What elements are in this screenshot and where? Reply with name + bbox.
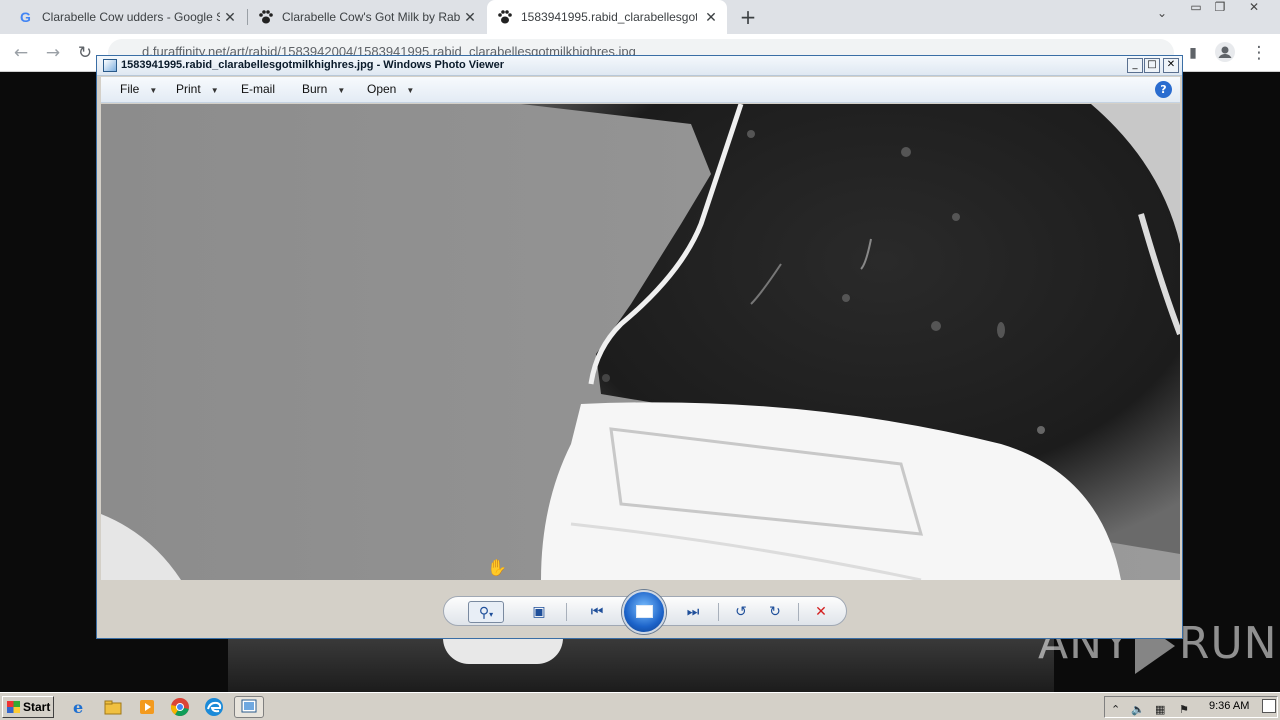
clock: 9:36 AM — [1209, 700, 1250, 712]
menu-open[interactable]: Open ▼ — [367, 82, 414, 96]
forward-arrow-icon[interactable]: → — [42, 42, 64, 64]
edge-icon[interactable] — [204, 697, 224, 717]
menu-dots-icon[interactable]: ⋮ — [1248, 42, 1270, 64]
volume-icon[interactable]: 🔈 — [1131, 703, 1145, 716]
tab-label: Clarabelle Cow's Got Milk by Rabid -- — [282, 10, 460, 24]
profile-icon[interactable] — [1214, 42, 1236, 64]
tab-google-search[interactable]: G Clarabelle Cow udders - Google Sear ✕ — [8, 0, 246, 34]
zoomed-photo — [101, 104, 1180, 580]
menu-burn[interactable]: Burn ▼ — [302, 82, 345, 96]
photo-viewer-window: 1583941995.rabid_clarabellesgotmilkhighr… — [96, 55, 1183, 639]
menu-print[interactable]: Print ▼ — [176, 82, 219, 96]
chevron-down-icon[interactable]: ⌄ — [1150, 6, 1174, 24]
rotate-left-icon[interactable]: ↺ — [728, 601, 754, 623]
close-icon[interactable]: ✕ — [703, 9, 719, 25]
google-icon: G — [18, 9, 34, 25]
photo-viewer-menubar: File ▼ Print ▼ E-mail Burn ▼ Open ▼ ? — [101, 77, 1180, 103]
browser-tab-strip: G Clarabelle Cow udders - Google Sear ✕ … — [0, 0, 1280, 34]
media-player-icon[interactable] — [137, 697, 157, 717]
close-icon[interactable]: ✕ — [222, 9, 238, 25]
menu-file[interactable]: File ▼ — [120, 82, 157, 96]
tab-label: 1583941995.rabid_clarabellesgotmil — [521, 10, 697, 24]
actual-size-icon[interactable]: ▣ — [526, 601, 552, 623]
desktop: G Clarabelle Cow udders - Google Sear ✕ … — [0, 0, 1280, 720]
svg-text:e: e — [73, 698, 83, 717]
reload-icon[interactable]: ↻ — [74, 42, 96, 64]
show-desktop-icon[interactable] — [1262, 699, 1276, 713]
next-icon[interactable]: ⏭ — [680, 601, 706, 623]
close-icon[interactable]: ✕ — [1242, 0, 1266, 18]
photo-viewer-controls: ⚲▾ ▣ ⏮ ⏭ ↺ ↻ ✕ — [101, 580, 1180, 638]
help-icon[interactable]: ? — [1155, 81, 1172, 98]
maximize-button[interactable]: □ — [1144, 58, 1160, 73]
delete-icon[interactable]: ✕ — [808, 601, 834, 623]
paw-icon — [497, 9, 513, 25]
restore-icon[interactable]: ❐ — [1208, 0, 1232, 18]
tab-label: Clarabelle Cow udders - Google Sear — [42, 10, 220, 24]
menu-email[interactable]: E-mail — [241, 82, 275, 96]
rotate-right-icon[interactable]: ↻ — [762, 601, 788, 623]
flag-icon[interactable]: ⚑ — [1179, 703, 1189, 716]
back-arrow-icon[interactable]: ← — [10, 42, 32, 64]
svg-text:G: G — [20, 9, 31, 25]
photo-viewer-taskbar-button[interactable] — [234, 696, 264, 718]
system-tray: ⌃ 🔈 ▦ ⚑ — [1104, 696, 1278, 718]
new-tab-button[interactable]: + — [738, 7, 758, 27]
image-canvas[interactable]: ✋ — [101, 104, 1180, 580]
paw-icon — [258, 9, 274, 25]
windows-logo-icon — [7, 701, 20, 713]
close-button[interactable]: ✕ — [1163, 58, 1179, 73]
control-bar: ⚲▾ ▣ ⏮ ⏭ ↺ ↻ ✕ — [443, 590, 847, 634]
chrome-icon[interactable] — [170, 697, 190, 717]
tab-image-active[interactable]: 1583941995.rabid_clarabellesgotmil ✕ — [487, 0, 727, 34]
minimize-button[interactable]: _ — [1127, 58, 1143, 73]
slideshow-icon[interactable] — [622, 590, 666, 634]
watermark-right: RUN — [1178, 618, 1278, 669]
tab-furaffinity-page[interactable]: Clarabelle Cow's Got Milk by Rabid -- ✕ — [248, 0, 486, 34]
window-title: 1583941995.rabid_clarabellesgotmilkhighr… — [121, 59, 504, 71]
minimize-icon[interactable]: ▭ — [1184, 0, 1208, 18]
taskbar: Start e ⌃ 🔈 ▦ ⚑ 9:36 AM — [0, 692, 1280, 720]
previous-icon[interactable]: ⏮ — [584, 601, 610, 623]
zoom-icon[interactable]: ⚲▾ — [468, 601, 504, 623]
photo-viewer-titlebar[interactable]: 1583941995.rabid_clarabellesgotmilkhighr… — [97, 56, 1182, 76]
close-icon[interactable]: ✕ — [462, 9, 478, 25]
start-button[interactable]: Start — [2, 696, 54, 718]
internet-explorer-icon[interactable]: e — [70, 697, 90, 717]
chevron-up-icon[interactable]: ⌃ — [1111, 703, 1120, 716]
network-icon[interactable]: ▦ — [1155, 703, 1165, 716]
sidebar-icon[interactable]: ▮ — [1182, 42, 1204, 64]
hand-cursor-icon: ✋ — [487, 558, 507, 577]
photo-viewer-app-icon — [103, 59, 117, 72]
page-image — [228, 638, 1054, 692]
folder-icon[interactable] — [103, 697, 123, 717]
